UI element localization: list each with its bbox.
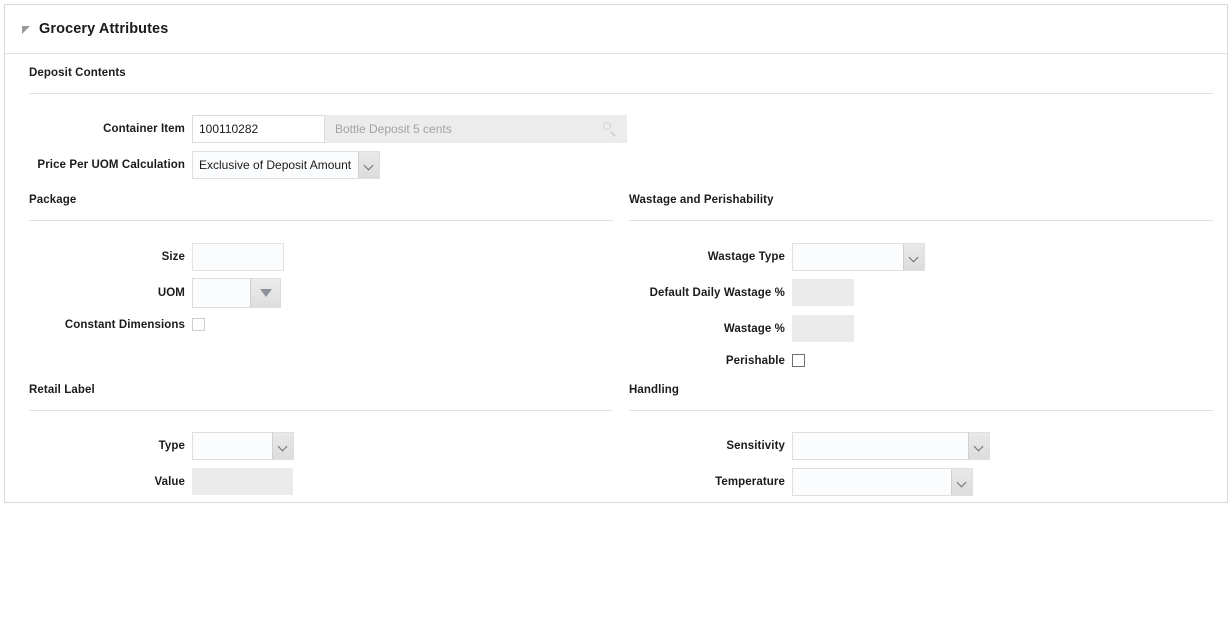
section-package-label: Package — [29, 194, 77, 206]
price-per-uom-calculation-label: Price Per UOM Calculation — [37, 159, 185, 171]
chevron-down-icon[interactable] — [272, 433, 293, 459]
triangle-expanded-icon[interactable] — [22, 25, 30, 34]
section-wastage-label-wrap: Wastage and Perishability — [629, 194, 774, 206]
temperature-value — [793, 469, 951, 495]
field-constant-dimensions: Constant Dimensions — [5, 318, 205, 331]
default-daily-wastage-pct-input — [792, 279, 854, 306]
container-item-description: Bottle Deposit 5 cents — [335, 122, 452, 136]
sensitivity-label: Sensitivity — [726, 440, 785, 452]
section-deposit-contents-label-wrap: Deposit Contents — [29, 67, 126, 79]
retail-label-type-value — [193, 433, 272, 459]
constant-dimensions-checkbox[interactable] — [192, 318, 205, 331]
section-handling-label-wrap: Handling — [629, 384, 679, 396]
sensitivity-select[interactable] — [792, 432, 990, 460]
section-handling-rule — [629, 410, 1213, 411]
grocery-attributes-panel: Grocery Attributes Deposit Contents Cont… — [4, 4, 1228, 503]
uom-value — [193, 279, 250, 307]
field-size: Size — [5, 243, 284, 271]
field-sensitivity: Sensitivity — [605, 432, 990, 460]
container-item-input[interactable] — [192, 115, 325, 143]
section-retail-label-rule — [29, 410, 612, 411]
container-item-label: Container Item — [103, 123, 185, 135]
page-title: Grocery Attributes — [39, 21, 169, 37]
section-retail-label-label: Retail Label — [29, 384, 95, 396]
temperature-label: Temperature — [715, 476, 785, 488]
size-label: Size — [161, 251, 185, 263]
price-per-uom-calculation-value: Exclusive of Deposit Amount — [199, 158, 352, 172]
section-deposit-contents-rule — [29, 93, 1213, 94]
retail-label-value-input — [192, 468, 293, 495]
field-uom: UOM — [5, 278, 281, 308]
price-per-uom-calculation-select[interactable]: Exclusive of Deposit Amount — [192, 151, 380, 179]
field-retail-label-type: Type — [5, 432, 294, 460]
sensitivity-value — [793, 433, 968, 459]
perishable-label: Perishable — [725, 354, 785, 367]
retail-label-type-select[interactable] — [192, 432, 294, 460]
section-wastage-rule — [629, 220, 1213, 221]
wastage-type-value — [793, 244, 903, 270]
triangle-down-icon[interactable] — [250, 279, 280, 307]
container-item-lov: Bottle Deposit 5 cents — [192, 115, 627, 143]
field-price-per-uom-calculation: Price Per UOM Calculation Exclusive of D… — [5, 151, 380, 179]
size-input[interactable] — [192, 243, 284, 271]
chevron-down-icon[interactable] — [968, 433, 989, 459]
chevron-down-icon[interactable] — [358, 152, 379, 178]
perishable-checkbox[interactable] — [792, 354, 805, 367]
field-default-daily-wastage-pct: Default Daily Wastage % — [605, 279, 854, 306]
chevron-down-icon[interactable] — [951, 469, 972, 495]
section-wastage-label: Wastage and Perishability — [629, 194, 774, 206]
retail-label-type-label: Type — [158, 440, 185, 452]
section-handling-label: Handling — [629, 384, 679, 396]
field-retail-label-value: Value — [5, 468, 293, 495]
constant-dimensions-label: Constant Dimensions — [64, 318, 185, 331]
field-temperature: Temperature — [605, 468, 973, 496]
field-perishable: Perishable — [605, 354, 805, 367]
wastage-type-select[interactable] — [792, 243, 925, 271]
section-deposit-contents-label: Deposit Contents — [29, 67, 126, 79]
panel-header[interactable]: Grocery Attributes — [5, 5, 1227, 54]
field-wastage-pct: Wastage % — [605, 315, 854, 342]
uom-select[interactable] — [192, 278, 281, 308]
temperature-select[interactable] — [792, 468, 973, 496]
section-package-label-wrap: Package — [29, 194, 76, 206]
field-wastage-type: Wastage Type — [605, 243, 925, 271]
section-retail-label-label-wrap: Retail Label — [29, 384, 95, 396]
container-item-description-area: Bottle Deposit 5 cents — [325, 115, 627, 143]
retail-label-value-label: Value — [154, 475, 185, 488]
wastage-pct-input — [792, 315, 854, 342]
section-package-rule — [29, 220, 613, 221]
search-icon[interactable] — [603, 121, 618, 137]
uom-label: UOM — [157, 287, 185, 299]
wastage-pct-label: Wastage % — [723, 322, 785, 335]
chevron-down-icon[interactable] — [903, 244, 924, 270]
field-container-item: Container Item Bottle Deposit 5 cents — [5, 115, 627, 143]
wastage-type-label: Wastage Type — [707, 251, 785, 263]
default-daily-wastage-pct-label: Default Daily Wastage % — [649, 286, 785, 299]
